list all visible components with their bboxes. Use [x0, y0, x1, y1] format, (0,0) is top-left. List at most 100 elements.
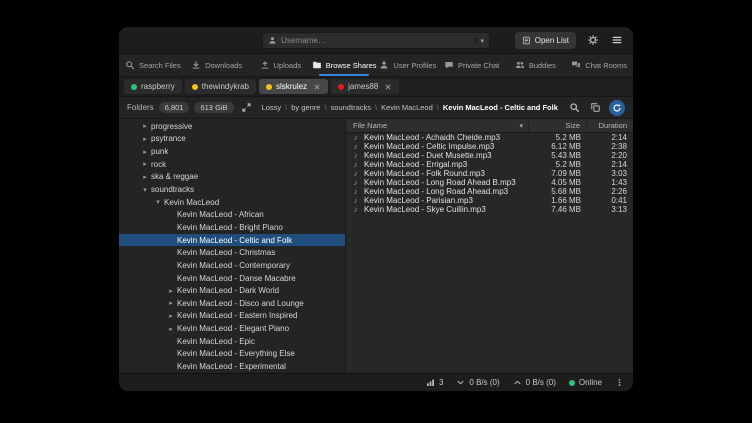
tab-user-profiles[interactable]: User Profiles [376, 54, 440, 76]
breadcrumb-item[interactable]: Kevin MacLeod [381, 103, 433, 112]
tree-item[interactable]: ▸Kevin MacLeod - Elegant Piano [119, 322, 345, 335]
tree-item-label: Kevin MacLeod - Danse Macabre [177, 274, 296, 283]
tab-chat-rooms[interactable]: Chat Rooms [567, 54, 631, 76]
username-input[interactable] [281, 36, 471, 45]
tree-item-label: Kevin MacLeod - Experimental [177, 362, 286, 371]
expander-closed-icon[interactable]: ▸ [165, 312, 177, 320]
file-row[interactable]: ♪Kevin MacLeod - Parisian.mp31.66 MB0:41 [346, 196, 633, 205]
expander-closed-icon[interactable]: ▸ [139, 122, 151, 130]
expander-closed-icon[interactable]: ▸ [139, 173, 151, 181]
expander-closed-icon[interactable]: ▸ [139, 148, 151, 156]
close-icon[interactable] [313, 83, 321, 91]
app-window: ▾ Open List Search FilesDownloadsUploads… [119, 27, 633, 391]
expander-closed-icon[interactable]: ▸ [165, 325, 177, 333]
main-menu-button[interactable] [609, 33, 624, 48]
column-file-name[interactable]: File Name ▾ [346, 119, 529, 132]
breadcrumb-item[interactable]: soundtracks [331, 103, 371, 112]
tree-item[interactable]: ▸Kevin MacLeod - Eastern Inspired [119, 310, 345, 323]
expander-closed-icon[interactable]: ▸ [139, 160, 151, 168]
file-row[interactable]: ♪Kevin MacLeod - Celtic Impulse.mp36.12 … [346, 142, 633, 151]
file-row[interactable]: ♪Kevin MacLeod - Folk Round.mp37.09 MB3:… [346, 169, 633, 178]
breadcrumb-separator: \ [324, 103, 326, 112]
tree-item[interactable]: ▾soundtracks [119, 183, 345, 196]
tab-browse-shares[interactable]: Browse Shares [312, 54, 376, 76]
expand-panel-button[interactable] [239, 100, 254, 115]
tree-item[interactable]: ▸rock [119, 158, 345, 171]
table-body: ♪Kevin MacLeod - Achaidh Cheide.mp35.2 M… [346, 133, 633, 214]
folder-icon [312, 60, 322, 70]
tree-item[interactable]: ▸psytrance [119, 133, 345, 146]
chevron-down-icon [456, 378, 465, 387]
music-note-icon: ♪ [349, 196, 362, 205]
chevron-down-icon[interactable]: ▾ [475, 37, 484, 45]
tab-uploads[interactable]: Uploads [249, 54, 313, 76]
file-row[interactable]: ♪Kevin MacLeod - Duet Musette.mp35.43 MB… [346, 151, 633, 160]
expander-open-icon[interactable]: ▾ [139, 186, 151, 194]
music-note-icon: ♪ [349, 205, 362, 214]
online-status[interactable]: Online [569, 378, 602, 387]
tab-label: Chat Rooms [585, 61, 627, 70]
username-combobox[interactable]: ▾ [262, 32, 490, 49]
file-name-cell: ♪Kevin MacLeod - Errigal.mp3 [346, 160, 529, 169]
tree-item[interactable]: ▸Kevin MacLeod - Disco and Lounge [119, 297, 345, 310]
file-name-cell: ♪Kevin MacLeod - Celtic Impulse.mp3 [346, 142, 529, 151]
file-row[interactable]: ♪Kevin MacLeod - Long Road Ahead.mp35.68… [346, 187, 633, 196]
online-status-label: Online [579, 378, 602, 387]
column-size[interactable]: Size [529, 119, 587, 132]
breadcrumb-item[interactable]: by genre [291, 103, 320, 112]
tree-item[interactable]: Kevin MacLeod - African [119, 208, 345, 221]
tree-item[interactable]: Kevin MacLeod - Christmas [119, 246, 345, 259]
file-row[interactable]: ♪Kevin MacLeod - Skye Cuillin.mp37.46 MB… [346, 205, 633, 214]
tab-downloads[interactable]: Downloads [185, 54, 249, 76]
breadcrumb-item[interactable]: Kevin MacLeod - Celtic and Folk [443, 103, 558, 112]
upload-rate-status[interactable]: 0 B/s (0) [513, 378, 556, 387]
hamburger-menu-icon [611, 34, 623, 46]
connections-status[interactable]: 3 [426, 378, 443, 387]
user-tab-james88[interactable]: james88 [331, 79, 399, 94]
expander-open-icon[interactable]: ▾ [152, 198, 164, 206]
tree-item[interactable]: Kevin MacLeod - Everything Else [119, 348, 345, 361]
file-table: File Name ▾ Size Duration ♪Kevin MacLeod… [346, 119, 633, 373]
expander-closed-icon[interactable]: ▸ [165, 287, 177, 295]
open-list-button[interactable]: Open List [515, 32, 576, 49]
file-name: Kevin MacLeod - Skye Cuillin.mp3 [364, 205, 486, 214]
tab-private-chat[interactable]: Private Chat [440, 54, 504, 76]
tree-item[interactable]: Kevin MacLeod - Danse Macabre [119, 272, 345, 285]
expander-closed-icon[interactable]: ▸ [139, 135, 151, 143]
tab-search-files[interactable]: Search Files [121, 54, 185, 76]
download-rate-status[interactable]: 0 B/s (0) [456, 378, 499, 387]
breadcrumb-item[interactable]: Lossy [262, 103, 282, 112]
tree-item-label: rock [151, 160, 166, 169]
tree-item[interactable]: ▾Kevin MacLeod [119, 196, 345, 209]
user-tab-thewindykrab[interactable]: thewindykrab [185, 79, 256, 94]
column-duration[interactable]: Duration [587, 119, 633, 132]
file-row[interactable]: ♪Kevin MacLeod - Achaidh Cheide.mp35.2 M… [346, 133, 633, 142]
expander-closed-icon[interactable]: ▸ [165, 299, 177, 307]
tab-buddies[interactable]: Buddies [504, 54, 568, 76]
file-row[interactable]: ♪Kevin MacLeod - Errigal.mp35.2 MB2:14 [346, 160, 633, 169]
status-menu-button[interactable] [615, 378, 624, 387]
tab-label: Private Chat [458, 61, 499, 70]
tree-item[interactable]: Kevin MacLeod - Contemporary [119, 259, 345, 272]
tree-item[interactable]: Kevin MacLeod - Bright Piano [119, 221, 345, 234]
tree-item[interactable]: Kevin MacLeod - Epic [119, 335, 345, 348]
file-duration: 2:20 [587, 151, 633, 160]
tree-item[interactable]: ▸punk [119, 145, 345, 158]
user-tab-slskrulez[interactable]: slskrulez [259, 79, 328, 94]
tree-item[interactable]: Kevin MacLeod - Celtic and Folk [119, 234, 345, 247]
preferences-button[interactable] [585, 33, 600, 48]
folder-tree: ▸progressive▸psytrance▸punk▸rock▸ska & r… [119, 119, 346, 373]
close-icon[interactable] [384, 83, 392, 91]
tree-item-label: psytrance [151, 134, 186, 143]
save-list-button[interactable] [588, 100, 603, 115]
tree-item[interactable]: Kevin MacLeod - Experimental [119, 360, 345, 373]
tree-item[interactable]: ▸Kevin MacLeod - Dark World [119, 284, 345, 297]
file-row[interactable]: ♪Kevin MacLeod - Long Road Ahead B.mp34.… [346, 178, 633, 187]
refresh-button[interactable] [609, 100, 625, 116]
search-files-button[interactable] [567, 100, 582, 115]
download-icon [191, 60, 201, 70]
tree-item[interactable]: ▸ska & reggae [119, 171, 345, 184]
file-name: Kevin MacLeod - Achaidh Cheide.mp3 [364, 133, 500, 142]
user-tab-raspberry[interactable]: raspberry [124, 79, 182, 94]
tree-item[interactable]: ▸progressive [119, 120, 345, 133]
